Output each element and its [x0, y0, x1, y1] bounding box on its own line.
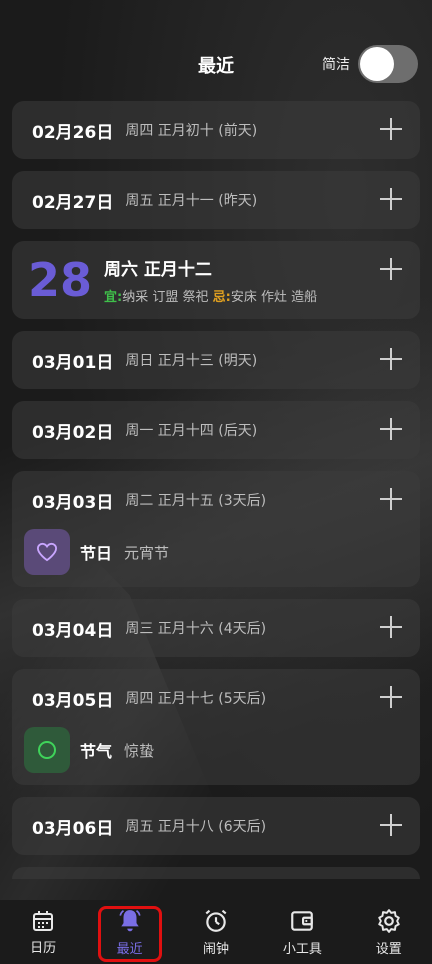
nav-label: 设置	[375, 941, 402, 957]
day-card-0301[interactable]: 03月01日 周日 正月十三 (明天)	[12, 331, 420, 389]
ji-label: 忌:	[212, 290, 231, 305]
bottom-nav: 日历 最近 闹钟 小工具 设置	[0, 900, 432, 964]
day-date: 02月26日	[32, 122, 114, 143]
day-card-0306[interactable]: 03月06日 周五 正月十八 (6天后)	[12, 797, 420, 855]
event-row[interactable]: 节气 惊蛰	[12, 727, 420, 785]
day-subtitle: 周日 正月十三 (明天)	[125, 353, 258, 369]
add-icon[interactable]	[380, 348, 402, 370]
highlight-box	[98, 906, 162, 962]
event-name: 元宵节	[124, 543, 170, 562]
alarm-clock-icon	[205, 909, 227, 932]
yi-label: 宜:	[104, 290, 123, 305]
nav-settings[interactable]: 设置	[353, 902, 425, 962]
today-weekday-lunar: 周六 正月十二	[104, 260, 212, 280]
add-icon[interactable]	[380, 686, 402, 708]
day-date: 03月01日	[32, 352, 114, 373]
day-date: 03月06日	[32, 818, 114, 839]
simple-mode-toggle-group: 简洁	[322, 45, 418, 83]
simple-mode-switch[interactable]	[358, 45, 418, 83]
day-subtitle: 周一 正月十四 (后天)	[125, 423, 258, 439]
day-subtitle: 周五 正月十一 (昨天)	[125, 193, 258, 209]
add-icon[interactable]	[380, 616, 402, 638]
day-date: 03月04日	[32, 620, 114, 641]
day-date: 03月03日	[32, 492, 114, 513]
add-icon[interactable]	[380, 814, 402, 836]
event-name: 惊蛰	[124, 741, 155, 760]
day-card-next-partial[interactable]	[12, 867, 420, 879]
simple-mode-label: 简洁	[322, 57, 350, 73]
day-subtitle: 周三 正月十六 (4天后)	[125, 621, 267, 637]
event-type: 节气	[80, 742, 113, 761]
today-card[interactable]: 28 周六 正月十二 宜:纳采 订盟 祭祀 忌:安床 作灶 造船	[12, 241, 420, 319]
day-date: 02月27日	[32, 192, 114, 213]
today-almanac: 宜:纳采 订盟 祭祀 忌:安床 作灶 造船	[104, 286, 317, 305]
day-card-0227[interactable]: 02月27日 周五 正月十一 (昨天)	[12, 171, 420, 229]
heart-icon	[24, 529, 70, 575]
day-card-0226[interactable]: 02月26日 周四 正月初十 (前天)	[12, 101, 420, 159]
day-card-0304[interactable]: 03月04日 周三 正月十六 (4天后)	[12, 599, 420, 657]
wallet-icon	[291, 910, 314, 931]
day-card-0305[interactable]: 03月05日 周四 正月十七 (5天后) 节气 惊蛰	[12, 669, 420, 785]
nav-label: 闹钟	[202, 941, 229, 957]
day-subtitle: 周二 正月十五 (3天后)	[125, 493, 267, 509]
yi-text: 纳采 订盟 祭祀	[122, 290, 209, 305]
add-icon[interactable]	[380, 488, 402, 510]
event-type: 节日	[80, 544, 113, 563]
today-day-number: 28	[28, 253, 93, 307]
solar-term-circle-icon	[24, 727, 70, 773]
day-card-0302[interactable]: 03月02日 周一 正月十四 (后天)	[12, 401, 420, 459]
day-subtitle: 周四 正月初十 (前天)	[125, 123, 258, 139]
calendar-icon	[33, 910, 54, 931]
gear-icon	[378, 908, 400, 933]
day-date: 03月05日	[32, 690, 114, 711]
recent-days-list: 02月26日 周四 正月初十 (前天) 02月27日 周五 正月十一 (昨天) …	[12, 101, 420, 879]
header: 最近 简洁	[0, 0, 432, 100]
add-icon[interactable]	[380, 118, 402, 140]
switch-knob	[360, 47, 394, 81]
nav-tools[interactable]: 小工具	[266, 902, 338, 962]
day-date: 03月02日	[32, 422, 114, 443]
nav-alarm[interactable]: 闹钟	[180, 902, 252, 962]
nav-label: 日历	[30, 940, 57, 956]
event-row[interactable]: 节日 元宵节	[12, 529, 420, 587]
add-icon[interactable]	[380, 258, 402, 280]
day-subtitle: 周五 正月十八 (6天后)	[125, 819, 267, 835]
add-icon[interactable]	[380, 188, 402, 210]
nav-label: 小工具	[282, 941, 322, 957]
nav-calendar[interactable]: 日历	[7, 902, 79, 962]
ji-text: 安床 作灶 造船	[230, 290, 318, 305]
add-icon[interactable]	[380, 418, 402, 440]
day-card-0303[interactable]: 03月03日 周二 正月十五 (3天后) 节日 元宵节	[12, 471, 420, 587]
day-subtitle: 周四 正月十七 (5天后)	[125, 691, 267, 707]
